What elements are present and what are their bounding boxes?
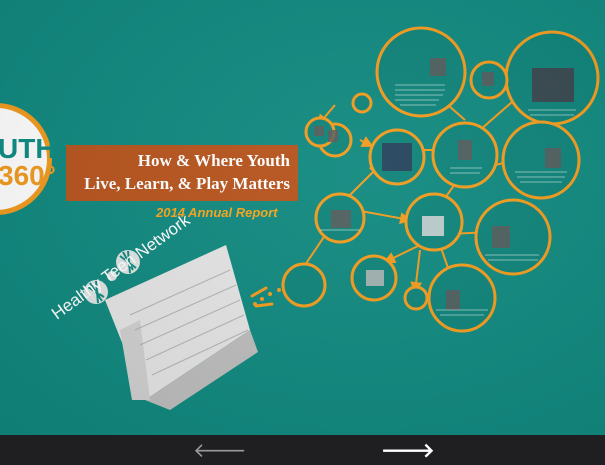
arrow-left-icon[interactable]: 🡐 (193, 439, 247, 461)
logo-text-360: 360° (0, 160, 56, 191)
arrow-right-icon[interactable]: 🡒 (381, 439, 435, 461)
title-band: How & Where Youth Live, Learn, & Play Ma… (66, 145, 298, 201)
presentation-canvas[interactable]: UTH 360° How & Where Youth Live, Learn, … (0, 0, 605, 435)
title-line-2: Live, Learn, & Play Matters (84, 174, 290, 193)
title-line-1: How & Where Youth (137, 151, 290, 170)
megaphone-illustration (84, 245, 258, 410)
presentation-nav-bar: 🡐 🡒 (0, 435, 605, 465)
